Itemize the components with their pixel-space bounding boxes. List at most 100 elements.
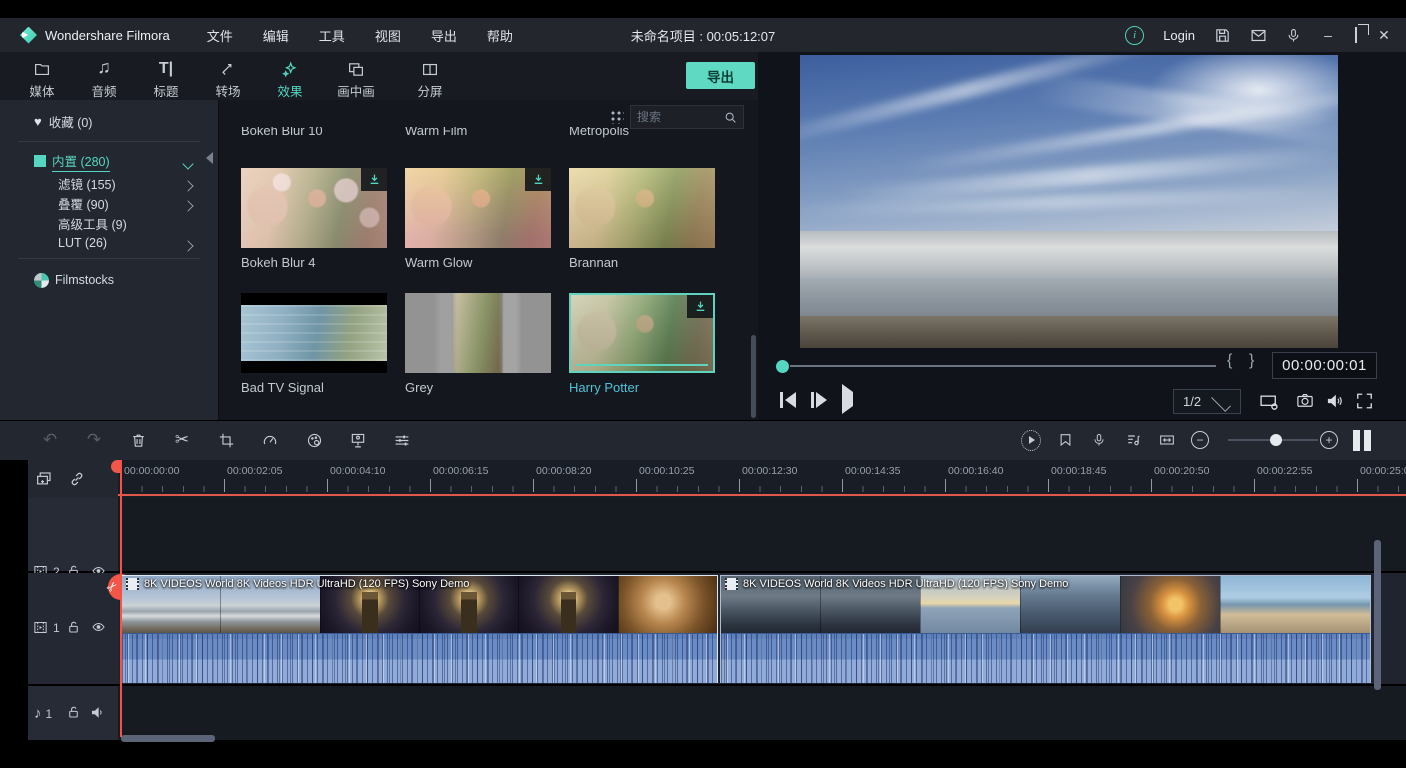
voiceover-button[interactable] [1089,430,1109,450]
play-button[interactable] [842,392,853,406]
timeline-toolbar: ↶ ↷ ✂ [0,420,1406,461]
export-button[interactable]: 导出 [686,62,755,89]
sidebar-item-overlays[interactable]: 叠覆 (90) [0,193,218,213]
render-preview-button[interactable] [1021,430,1041,450]
effects-scrollbar[interactable] [751,335,756,418]
ruler-label: 00:00:16:40 [948,465,1003,477]
lock-icon[interactable] [66,619,81,635]
effect-card-bad-tv-signal[interactable]: Bad TV Signal [241,293,387,395]
timeline-clip-1[interactable]: 8K VIDEOS World 8K Videos HDR UltraHD (1… [121,575,718,683]
fullscreen-button[interactable] [1355,392,1374,410]
redo-button[interactable]: ↷ [84,430,104,450]
tab-split-screen[interactable]: 分屏 [398,59,462,100]
tab-media[interactable]: 媒体 [10,59,74,100]
ruler-label: 00:00:14:35 [845,465,900,477]
timeline-clip-2[interactable]: 8K VIDEOS World 8K Videos HDR UltraHD (1… [720,575,1371,683]
login-button[interactable]: Login [1163,28,1195,43]
eye-icon[interactable] [90,620,107,634]
track-audio-1[interactable] [118,686,1406,740]
effect-card-bokeh-blur-4[interactable]: Bokeh Blur 4 [241,168,387,270]
effect-thumbnail [241,168,387,248]
menu-tools[interactable]: 工具 [304,26,360,45]
effect-name: Bad TV Signal [241,380,387,395]
color-button[interactable] [304,430,324,450]
info-icon[interactable]: i [1125,26,1144,45]
sidebar-item-advanced-tools[interactable]: 高级工具 (9) [0,213,218,233]
zoom-out-button[interactable]: − [1190,430,1210,450]
marker-button[interactable] [1055,430,1075,450]
speed-button[interactable] [260,430,280,450]
track-video-2[interactable] [118,498,1406,571]
timeline-zoom-slider[interactable] [1228,439,1318,441]
audio-mixer-button[interactable] [1123,430,1143,450]
menu-export[interactable]: 导出 [416,26,472,45]
tab-transitions[interactable]: 转场 [196,59,260,100]
speaker-icon[interactable] [89,705,106,720]
previous-frame-button[interactable] [780,392,796,408]
effect-card-grey[interactable]: Grey [405,293,551,395]
sidebar-item-filmstocks[interactable]: Filmstocks [0,270,218,290]
effect-thumbnail [241,293,387,373]
snapshot-button[interactable] [1295,392,1315,410]
restore-button[interactable] [1355,28,1357,42]
undo-button[interactable]: ↶ [40,430,60,450]
effect-name: Bokeh Blur 4 [241,255,387,270]
split-button[interactable]: ✂ [172,430,192,450]
effect-card-harry-potter[interactable]: Harry Potter [569,293,715,395]
tab-pip[interactable]: 画中画 [324,59,388,100]
tab-effects[interactable]: 效果 [258,59,322,100]
zoom-slider-handle[interactable] [1270,434,1282,446]
tab-titles[interactable]: T| 标题 [134,59,198,100]
preview-quality-select[interactable]: 1/2 [1173,389,1241,414]
search-input[interactable] [631,110,724,124]
menu-edit[interactable]: 编辑 [248,26,304,45]
sidebar-item-builtin[interactable]: 内置 (280) [0,151,218,171]
tab-audio[interactable]: ♫ 音频 [72,59,136,100]
note-icon: ♪ [34,705,42,722]
sidebar-item-favorites[interactable]: ♥ 收藏 (0) [0,111,218,131]
track-header-video-2: 2 [28,498,118,571]
display-settings-button[interactable] [1258,392,1280,412]
preview-timecode[interactable]: 00:00:00:01 [1272,352,1377,379]
track-manager-icon[interactable] [1353,430,1371,451]
save-icon[interactable] [1214,27,1231,44]
link-icon[interactable] [68,470,86,488]
mark-out-icon[interactable]: } [1249,352,1254,370]
menu-view[interactable]: 视图 [360,26,416,45]
effect-card-brannan[interactable]: Brannan [569,168,715,270]
timeline-horizontal-scrollbar[interactable] [121,735,215,742]
delete-button[interactable] [128,430,148,450]
ruler-label: 00:00:22:55 [1257,465,1312,477]
mark-in-icon[interactable]: { [1227,352,1232,370]
mute-button[interactable] [1325,392,1344,410]
preview-scrubber-track[interactable] [790,365,1216,367]
advanced-settings-button[interactable] [392,430,412,450]
timeline-ruler[interactable]: 00:00:00:00 00:00:02:05 00:00:04:10 00:0… [118,460,1406,498]
zoom-to-fit-button[interactable] [1157,430,1177,450]
sidebar-collapse-icon[interactable] [206,152,213,164]
zoom-in-button[interactable]: + [1319,430,1339,450]
add-track-icon[interactable] [34,470,54,488]
playhead[interactable] [120,460,122,737]
transition-arrows-icon [196,59,260,78]
green-screen-button[interactable] [348,430,368,450]
next-frame-button[interactable] [811,392,827,408]
playhead-handle[interactable] [111,460,121,473]
grid-view-icon[interactable] [610,110,624,124]
sidebar-item-filters[interactable]: 滤镜 (155) [0,173,218,193]
preview-scrubber-handle[interactable] [776,360,789,373]
menu-help[interactable]: 帮助 [472,26,528,45]
microphone-icon[interactable] [1286,27,1301,44]
close-button[interactable]: ✕ [1376,27,1392,44]
lock-icon[interactable] [66,704,81,720]
search-box[interactable] [630,105,744,129]
sidebar-divider [18,141,200,142]
crop-button[interactable] [216,430,236,450]
menu-file[interactable]: 文件 [192,26,248,45]
ruler-label: 00:00:20:50 [1154,465,1209,477]
sidebar-item-lut[interactable]: LUT (26) [0,233,218,253]
mail-icon[interactable] [1250,27,1267,44]
timeline-vertical-scrollbar[interactable] [1374,540,1381,690]
effect-card-warm-glow[interactable]: Warm Glow [405,168,551,270]
minimize-button[interactable]: – [1320,27,1336,43]
